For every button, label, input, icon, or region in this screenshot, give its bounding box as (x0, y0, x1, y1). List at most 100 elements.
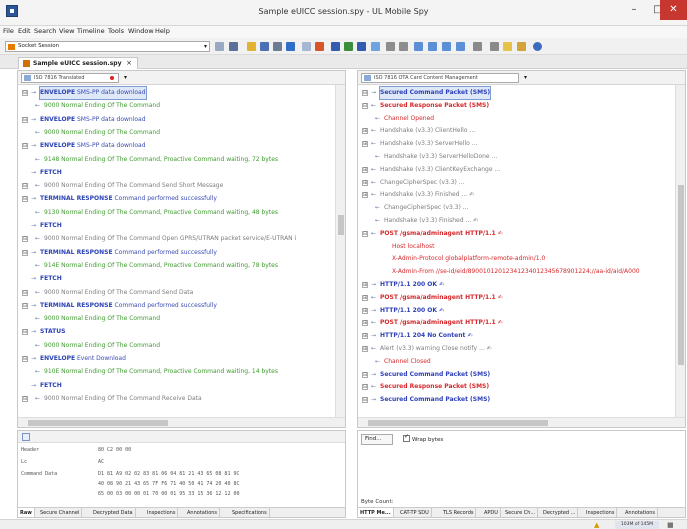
expand-toggle-icon[interactable]: ⊟ (22, 289, 28, 296)
expand-toggle-icon[interactable]: ⊞ (362, 179, 368, 186)
trace-row[interactable]: ⊟ → ENVELOPE SMS-PP data download (18, 140, 336, 152)
expand-toggle-icon[interactable]: ⊞ (362, 307, 368, 314)
garbage-collect-icon[interactable]: ■ (667, 521, 674, 529)
trace-row[interactable]: ← Channel Opened (358, 113, 676, 125)
trace-row[interactable]: ⊞ ← Handshake (v3.3) ClientKeyExchange ... (358, 164, 676, 176)
close-icon[interactable]: × (126, 58, 132, 69)
add-icon[interactable] (215, 42, 224, 51)
expand-toggle-icon[interactable]: ⊟ (22, 249, 28, 256)
settings-icon[interactable] (473, 42, 482, 51)
trace-row[interactable]: ← Handshake (v3.3) Finished ... ✍ (358, 215, 676, 227)
layout-1-icon[interactable] (414, 42, 423, 51)
expand-toggle-icon[interactable]: ⊞ (362, 320, 368, 327)
trace-row[interactable]: → FETCH (18, 380, 336, 392)
trace-row[interactable]: ← 910E Normal Ending Of The Command, Proa… (18, 366, 336, 378)
trace-row[interactable]: ⊞ ← Alert (v3.3) warning Close notify ... … (358, 343, 676, 355)
tab-decrypted-data[interactable]: Decrypted Data (91, 508, 136, 517)
trace-row[interactable]: ← 9148 Normal Ending Of The Command, Proa… (18, 154, 336, 166)
vertical-scrollbar[interactable] (675, 85, 685, 417)
hex-view-icon[interactable] (22, 433, 30, 441)
copy-icon[interactable] (302, 42, 311, 51)
layout-3-icon[interactable] (442, 42, 451, 51)
trace-row[interactable]: ← ChangeCipherSpec (v3.3) ... (358, 202, 676, 214)
trace-row[interactable]: ⊞ ← POST /gsma/adminagent HTTP/1.1 ✍ (358, 292, 676, 304)
help-icon[interactable] (533, 42, 542, 51)
trace-row[interactable]: → FETCH (18, 220, 336, 232)
menu-help[interactable]: Help (155, 27, 170, 35)
trace-row[interactable]: ⊟ ← Secured Response Packet (SMS) (358, 381, 676, 393)
trace-row[interactable]: Host localhost (358, 241, 676, 253)
trace-row[interactable]: ⊟ → Secured Command Packet (SMS) (358, 369, 676, 381)
horizontal-scrollbar[interactable] (358, 417, 685, 427)
expand-toggle-icon[interactable]: ⊟ (22, 395, 28, 402)
export-icon[interactable] (286, 42, 295, 51)
trace-row[interactable]: ← 9000 Normal Ending Of The Command (18, 313, 336, 325)
highlight-icon[interactable] (503, 42, 512, 51)
chevron-down-icon[interactable]: ▾ (124, 74, 127, 81)
warning-icon[interactable]: ▲ (594, 521, 599, 529)
save-icon[interactable] (260, 42, 269, 51)
trace-row[interactable]: ⊟ → Secured Command Packet (SMS) (358, 86, 676, 100)
expand-toggle-icon[interactable]: ⊟ (22, 183, 28, 190)
find-icon[interactable] (331, 42, 340, 51)
tab-http-messages[interactable]: HTTP Me... (358, 508, 394, 517)
menu-edit[interactable]: Edit (18, 27, 31, 35)
trace-row[interactable]: ← 9000 Normal Ending Of The Command (18, 100, 336, 112)
trace-row[interactable]: ⊟ → ENVELOPE SMS-PP data download (18, 86, 336, 100)
protocol-mode-select[interactable]: ISO 7816 OTA Card Content Management (361, 73, 519, 83)
trace-row[interactable]: ⊟ → TERMINAL RESPONSE Command performed su… (18, 193, 336, 205)
memory-indicator[interactable]: 103M of 145M (615, 521, 659, 529)
tab-tls-records[interactable]: TLS Records (441, 508, 477, 517)
trace-row[interactable]: ⊟ ← POST /gsma/adminagent HTTP/1.1 ✍ (358, 228, 676, 240)
trace-row[interactable]: X-Admin-From //se-id/eid/890010120123412… (358, 266, 676, 278)
trace-row[interactable]: ⊟ → TERMINAL RESPONSE Command performed su… (18, 300, 336, 312)
trace-row[interactable]: ⊞ ← ChangeCipherSpec (v3.3) ... (358, 177, 676, 189)
expand-toggle-icon[interactable]: ⊟ (362, 230, 368, 237)
trace-row[interactable]: ⊟ ← 9000 Normal Ending Of The Command Rece… (18, 393, 336, 405)
menu-search[interactable]: Search (34, 27, 56, 35)
menu-file[interactable]: File (3, 27, 14, 35)
replace-icon[interactable] (344, 42, 353, 51)
expand-toggle-icon[interactable]: ⊟ (22, 196, 28, 203)
trace-row[interactable]: ⊟ ← 9000 Normal Ending Of The Command Open… (18, 233, 336, 245)
trace-row[interactable]: ⊞ ← Handshake (v3.3) ServerHello ... (358, 138, 676, 150)
menu-view[interactable]: View (59, 27, 74, 35)
chevron-down-icon[interactable]: ▾ (524, 74, 527, 81)
trace-row[interactable]: ⊟ → TERMINAL RESPONSE Command performed su… (18, 247, 336, 259)
tab-cat-tp-sdu[interactable]: CAT-TP SDU (398, 508, 432, 517)
expand-toggle-icon[interactable]: ⊟ (22, 356, 28, 362)
menu-timeline[interactable]: Timeline (77, 27, 105, 35)
tab-annotations[interactable]: Annotations (185, 508, 221, 517)
trace-row[interactable]: ⊟ → STATUS (18, 326, 336, 338)
layout-2-icon[interactable] (428, 42, 437, 51)
scroll-thumb[interactable] (338, 215, 344, 235)
tab-inspections[interactable]: Inspections (584, 508, 618, 517)
expand-toggle-icon[interactable]: ⊞ (362, 128, 368, 135)
expand-toggle-icon[interactable]: ⊞ (362, 166, 368, 173)
find-all-icon[interactable] (357, 42, 366, 51)
expand-toggle-icon[interactable]: ⊞ (362, 346, 368, 352)
tab-secure-channel[interactable]: Secure Ch... (503, 508, 539, 517)
scroll-thumb[interactable] (368, 420, 548, 426)
scroll-thumb[interactable] (678, 185, 684, 365)
expand-toggle-icon[interactable]: ⊟ (362, 102, 368, 109)
funnel-icon[interactable] (386, 42, 395, 51)
menu-tools[interactable]: Tools (108, 27, 124, 35)
expand-toggle-icon[interactable]: ⊟ (362, 90, 368, 96)
sort-icon[interactable] (399, 42, 408, 51)
expand-toggle-icon[interactable]: ⊟ (22, 90, 28, 96)
trace-row[interactable]: ⊟ ← 9000 Normal Ending Of The Command Send… (18, 287, 336, 299)
vertical-scrollbar[interactable] (335, 85, 345, 417)
expand-toggle-icon[interactable]: ⊟ (22, 236, 28, 243)
expand-toggle-icon[interactable]: ⊟ (22, 143, 28, 150)
trace-row[interactable]: ← 9000 Normal Ending Of The Command (18, 340, 336, 352)
trace-row[interactable]: ⊟ → Secured Command Packet (SMS) (358, 394, 676, 406)
trace-row[interactable]: ← 9130 Normal Ending Of The Command, Proa… (18, 207, 336, 219)
trace-row[interactable]: ← Handshake (v3.3) ServerHelloDone ... (358, 151, 676, 163)
trace-row[interactable]: ⊞ → HTTP/1.1 200 OK ✍ (358, 279, 676, 291)
trace-row[interactable]: ← 914E Normal Ending Of The Command, Proa… (18, 260, 336, 272)
trace-row[interactable]: ⊞ ← POST /gsma/adminagent HTTP/1.1 ✍ (358, 317, 676, 329)
expand-toggle-icon[interactable]: ⊞ (362, 141, 368, 148)
expand-toggle-icon[interactable]: ⊞ (362, 333, 368, 340)
print-icon[interactable] (273, 42, 282, 51)
